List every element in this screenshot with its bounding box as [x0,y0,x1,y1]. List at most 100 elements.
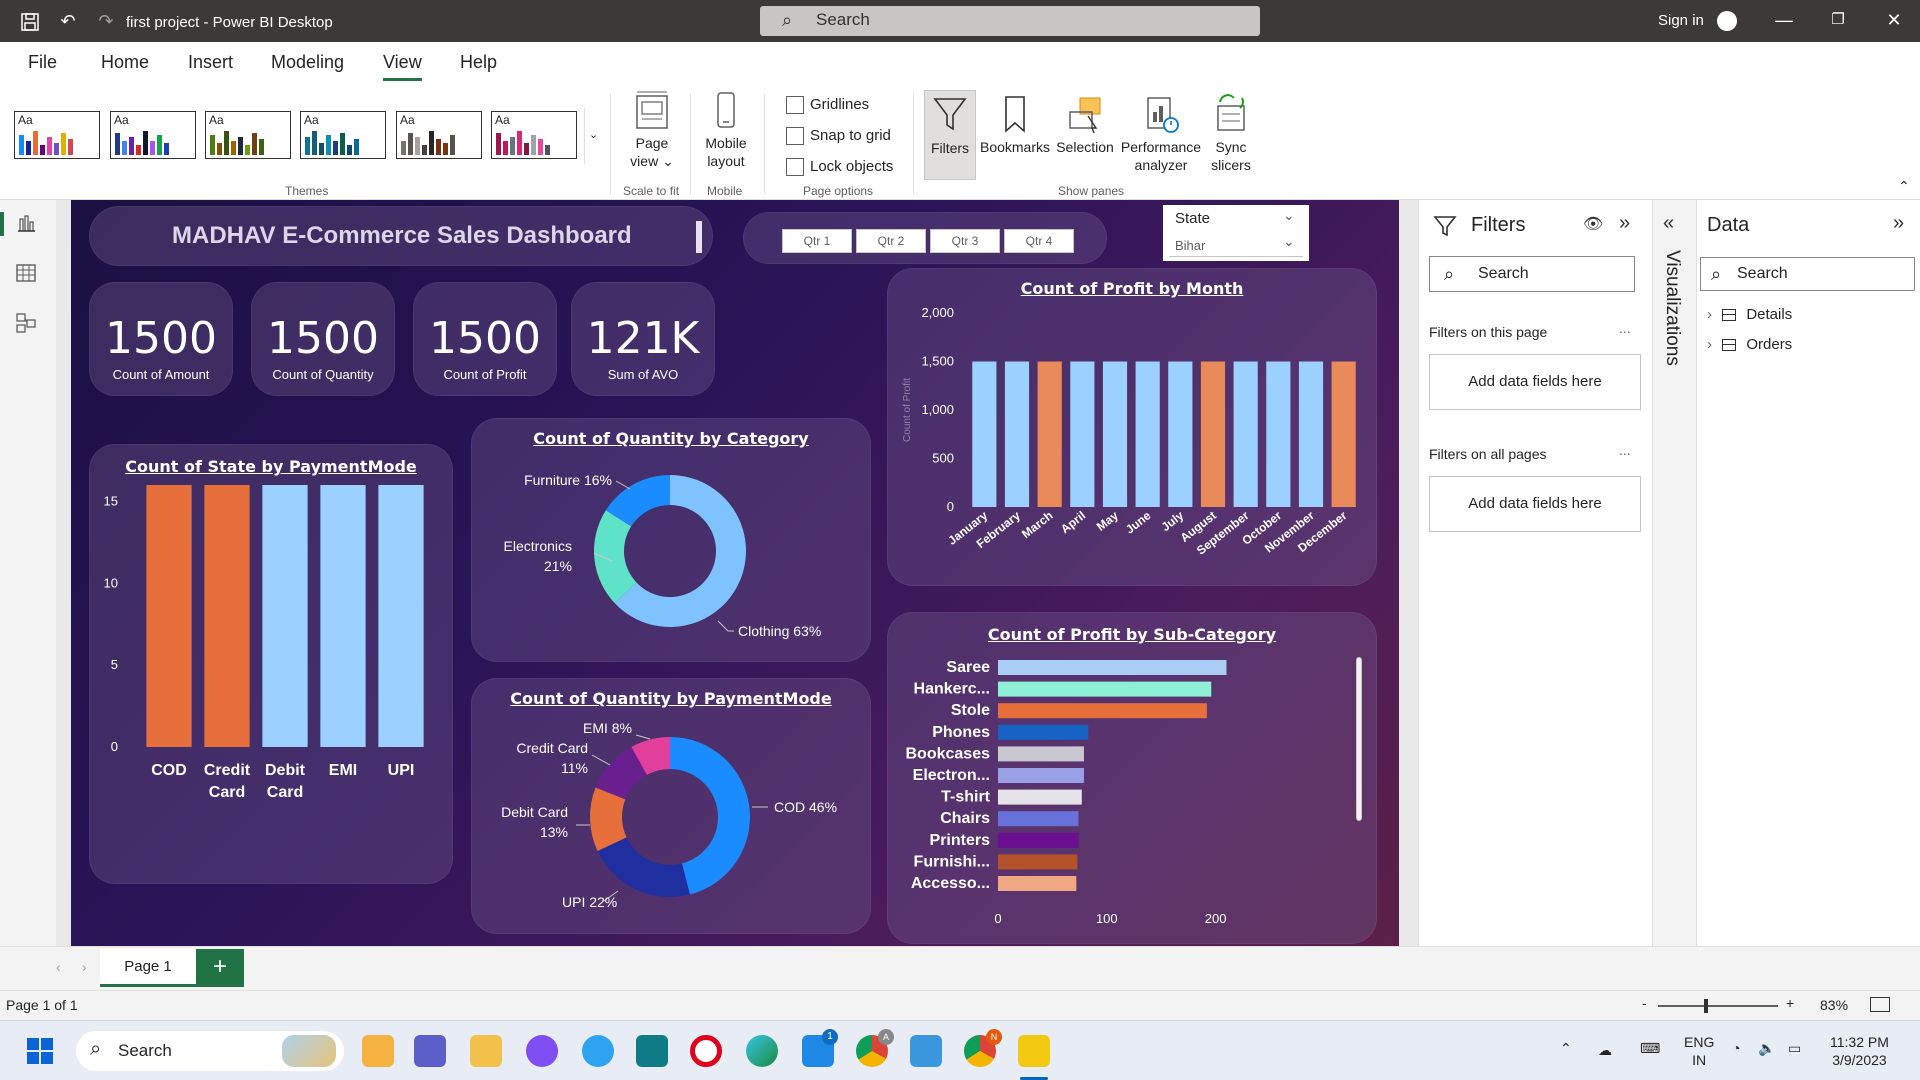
menu-home[interactable]: Home [101,52,149,73]
avatar[interactable] [1717,11,1737,31]
menu-help[interactable]: Help [460,52,497,73]
wifi-icon[interactable]: ◔ [1732,1039,1740,1057]
fit-to-page-icon[interactable] [1870,997,1890,1012]
filters-search-box[interactable]: ⌕ Search [1429,256,1635,292]
report-view-icon[interactable] [14,212,38,236]
zoom-slider-thumb[interactable] [1704,999,1708,1013]
quarter-button-2[interactable]: Qtr 2 [856,229,926,253]
taskbar-search[interactable]: ⌕ Search [76,1031,344,1071]
data-table-details[interactable]: › Details [1707,306,1792,323]
snap-to-grid-checkbox[interactable]: Snap to grid [786,127,891,146]
theme-swatch-6[interactable]: Aa [491,111,577,159]
visualizations-label[interactable]: Visualizations [1661,250,1683,366]
collapse-data-chevron-icon[interactable]: » [1893,212,1904,235]
volume-icon[interactable]: 🔈 [1758,1039,1775,1057]
table-view-icon[interactable] [14,262,38,286]
opera-icon[interactable] [690,1035,722,1067]
edge-icon[interactable] [746,1035,778,1067]
copilot-icon[interactable] [526,1035,558,1067]
undo-icon[interactable]: ↶ [58,12,78,32]
theme-swatch-3[interactable]: Aa [205,111,291,159]
filters-pane-button[interactable]: Filters [924,90,976,180]
title-search-box[interactable]: ⌕ Search [760,6,1260,36]
save-icon[interactable] [20,12,40,32]
power-bi-icon[interactable] [1018,1035,1050,1067]
menu-file[interactable]: File [28,52,57,73]
zoom-out-button[interactable]: - [1642,995,1647,1011]
eye-icon[interactable]: 👁 [1583,214,1603,234]
state-slicer-dropdown[interactable]: Bihar ⌄ [1169,233,1303,257]
chart-profit-by-month[interactable]: Count of Profit by Month 0 500 1,000 1,500 2… [887,268,1377,586]
close-icon[interactable]: ✕ [1882,10,1906,31]
model-view-icon[interactable] [14,312,38,336]
kpi-card-amount[interactable]: 1500 Count of Amount [89,282,233,396]
more-options-icon[interactable]: ... [1619,320,1631,336]
dashboard-title-card[interactable]: MADHAV E-Commerce Sales Dashboard [89,206,713,266]
scroll-left-icon[interactable]: ‹ [56,959,61,975]
subcategory-scrollbar[interactable] [1356,657,1362,821]
gridlines-checkbox[interactable]: Gridlines [786,96,869,115]
data-search-box[interactable]: ⌕ Search [1700,257,1915,291]
teams-icon[interactable] [414,1035,446,1067]
zoom-slider[interactable] [1658,999,1778,1013]
restore-icon[interactable]: ❐ [1826,10,1850,28]
zoom-in-button[interactable]: + [1786,995,1794,1011]
add-page-button[interactable]: + [196,949,244,987]
filters-this-page-drop-zone[interactable]: Add data fields here [1429,354,1641,410]
theme-swatch-2[interactable]: Aa [110,111,196,159]
app-icon[interactable] [636,1035,668,1067]
cloud-icon[interactable]: ☁ [1598,1041,1612,1059]
chrome-icon[interactable]: N [964,1029,1002,1067]
chrome-icon[interactable]: A [856,1029,894,1067]
chart-quantity-by-category[interactable]: Count of Quantity by Category Clothing 6… [471,418,871,662]
selection-pane-button[interactable]: Selection [1052,90,1118,156]
quarter-button-4[interactable]: Qtr 4 [1004,229,1074,253]
file-explorer-cloud-icon[interactable] [362,1035,394,1067]
chevron-right-icon[interactable]: › [1707,306,1712,323]
menu-modeling[interactable]: Modeling [271,52,344,73]
chart-state-by-paymentmode[interactable]: Count of State by PaymentMode 0 5 10 15 COD C… [89,444,453,884]
collapse-filters-chevron-icon[interactable]: » [1619,212,1630,235]
chart-profit-by-subcategory[interactable]: Count of Profit by Sub-Category Saree Han… [887,612,1377,944]
help-icon[interactable] [582,1035,614,1067]
chevron-right-icon[interactable]: › [1707,336,1712,353]
theme-swatch-4[interactable]: Aa [300,111,386,159]
battery-icon[interactable]: ▭ [1788,1039,1801,1057]
kpi-card-profit[interactable]: 1500 Count of Profit [413,282,557,396]
performance-analyzer-button[interactable]: Performance analyzer [1118,90,1204,174]
menu-insert[interactable]: Insert [188,52,233,73]
theme-swatch-5[interactable]: Aa [396,111,482,159]
mail-icon[interactable]: 1 [802,1029,838,1067]
more-options-icon[interactable]: ... [1619,442,1631,458]
visualizations-pane-collapsed[interactable]: « Visualizations [1652,200,1696,946]
quarter-button-3[interactable]: Qtr 3 [930,229,1000,253]
quarter-button-1[interactable]: Qtr 1 [782,229,852,253]
todo-check-icon[interactable] [910,1035,942,1067]
expand-visualizations-chevron-icon[interactable]: « [1663,212,1674,235]
keyboard-icon[interactable]: ⌨ [1640,1039,1660,1057]
filters-all-pages-drop-zone[interactable]: Add data fields here [1429,476,1641,532]
page-view-button[interactable]: Page view ⌄ [624,90,680,170]
minimize-icon[interactable]: — [1772,10,1796,31]
sign-in-link[interactable]: Sign in [1658,12,1704,29]
windows-start-icon[interactable] [26,1037,54,1068]
chart-quantity-by-paymentmode[interactable]: Count of Quantity by PaymentMode COD 46%… [471,678,871,934]
redo-icon[interactable]: ↷ [96,12,116,32]
chevron-down-icon[interactable]: ⌄ [1283,207,1295,224]
folder-icon[interactable] [470,1035,502,1067]
clock[interactable]: 11:32 PM 3/9/2023 [1830,1033,1889,1069]
bookmarks-pane-button[interactable]: Bookmarks [978,90,1052,156]
kpi-card-quantity[interactable]: 1500 Count of Quantity [251,282,395,396]
kpi-card-avo[interactable]: 121K Sum of AVO [571,282,715,396]
checkbox-box[interactable] [786,127,804,146]
chevron-up-icon[interactable]: ⌃ [1560,1039,1572,1057]
data-table-orders[interactable]: › Orders [1707,336,1792,353]
checkbox-box[interactable] [786,158,804,177]
lock-objects-checkbox[interactable]: Lock objects [786,158,893,177]
theme-swatch-1[interactable]: Aa [14,111,100,159]
sync-slicers-button[interactable]: Sync slicers [1204,90,1258,174]
language-indicator[interactable]: ENG IN [1684,1033,1714,1069]
themes-expand-chevron-icon[interactable]: ⌄ [584,108,602,164]
scroll-right-icon[interactable]: › [82,959,87,975]
mobile-layout-button[interactable]: Mobile layout [698,90,754,170]
